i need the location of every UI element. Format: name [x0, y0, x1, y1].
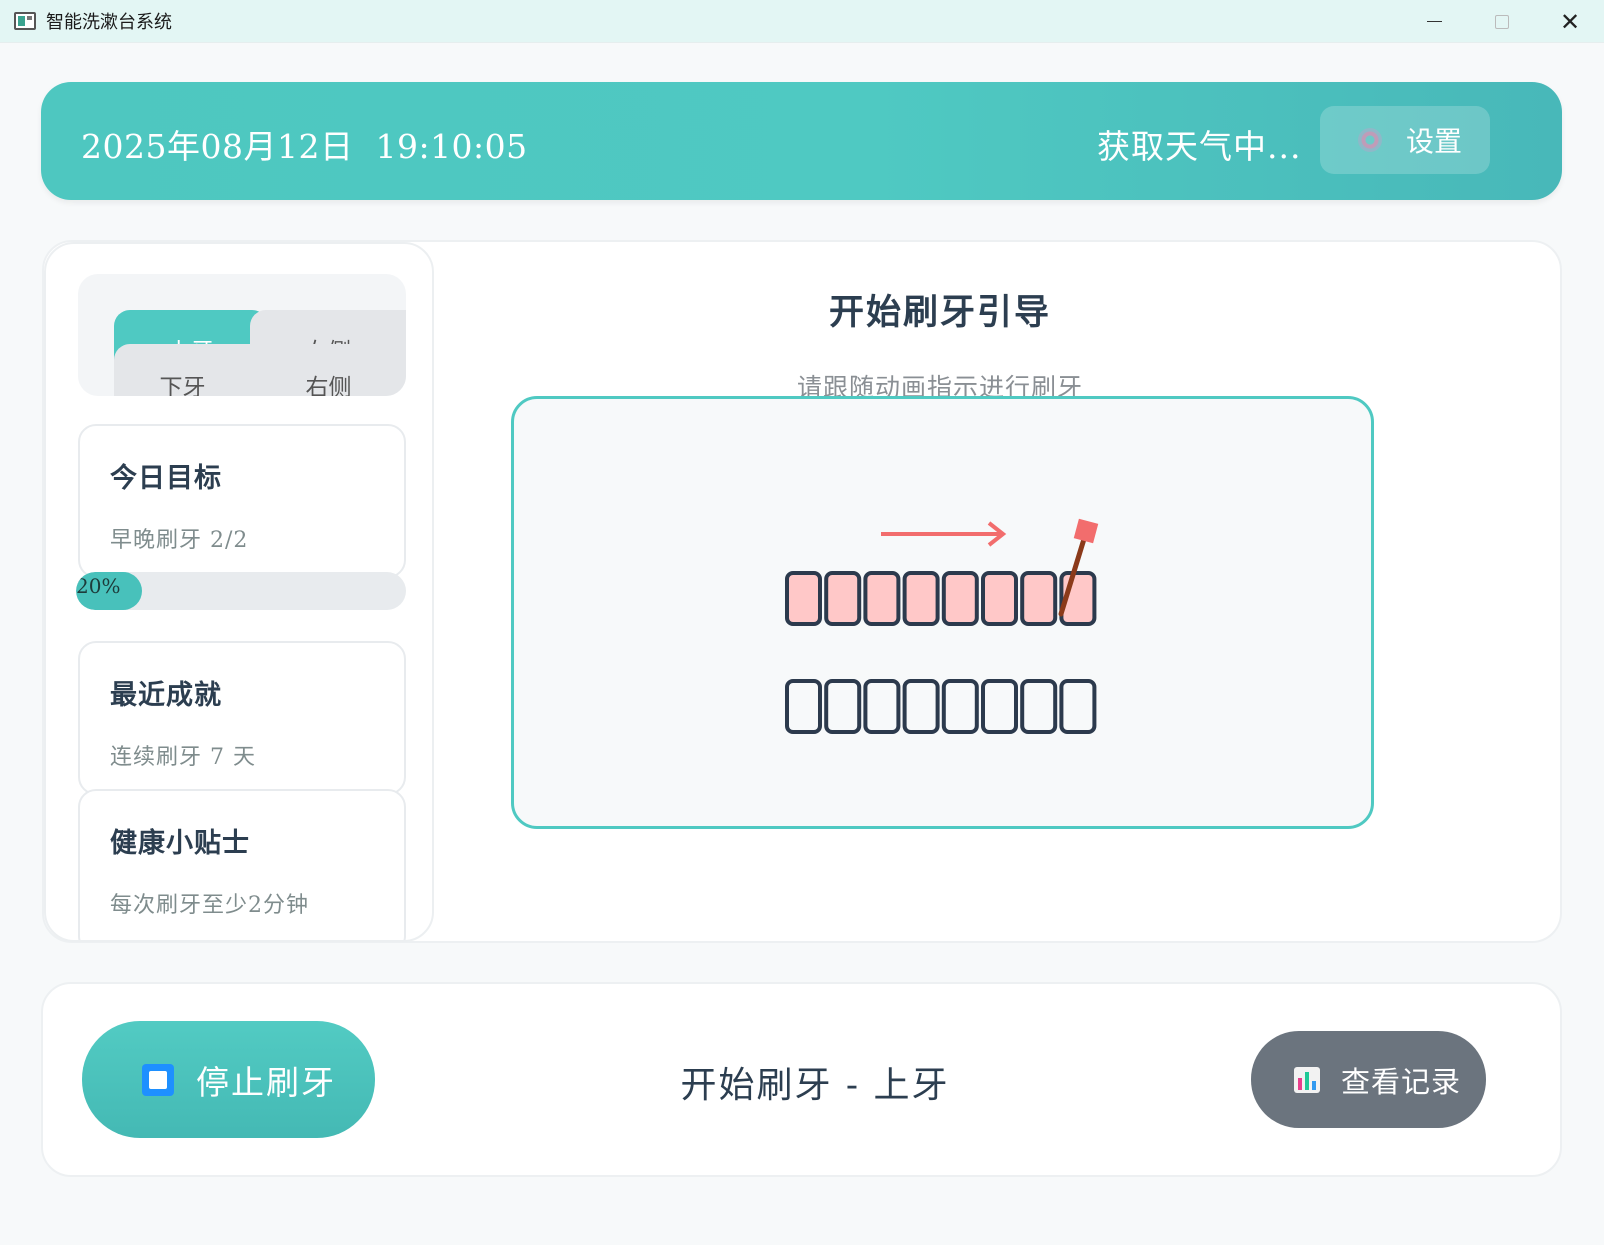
upper-teeth-row	[785, 571, 1097, 626]
upper-tooth	[941, 571, 979, 626]
stop-brushing-button[interactable]: 停止刷牙	[82, 1021, 375, 1138]
brushing-status: 开始刷牙 - 上牙	[680, 1065, 950, 1106]
lower-teeth-row	[785, 679, 1097, 734]
close-button[interactable]: ✕	[1536, 0, 1604, 43]
window-title: 智能洗漱台系统	[46, 12, 172, 33]
date-text: 2025年08月12日	[81, 127, 354, 166]
lower-tooth	[785, 679, 822, 734]
daily-goal-title: 今日目标	[110, 463, 222, 494]
teeth-diagram	[785, 518, 1099, 734]
minimize-icon	[1426, 20, 1442, 23]
guide-title: 开始刷牙引导	[828, 292, 1051, 333]
minimize-button[interactable]	[1400, 0, 1468, 43]
progress-label: 20%	[76, 574, 121, 598]
daily-goal-progress: 20%	[76, 572, 406, 610]
window-titlebar: 智能洗漱台系统 ✕	[0, 0, 1604, 43]
lower-tooth	[981, 679, 1018, 734]
bar-chart-icon	[1294, 1066, 1320, 1093]
daily-goal-text: 早晚刷牙 2/2	[110, 528, 249, 553]
achievement-title: 最近成就	[110, 680, 222, 711]
lower-tooth	[824, 679, 862, 734]
maximize-button[interactable]	[1468, 0, 1536, 43]
daily-goal-card: 今日目标 早晚刷牙 2/2	[78, 424, 406, 578]
upper-tooth	[1020, 571, 1058, 626]
stop-icon	[142, 1063, 174, 1096]
maximize-icon	[1495, 14, 1509, 29]
time-text: 19:10:05	[375, 127, 528, 166]
achievement-card: 最近成就 连续刷牙 7 天	[78, 641, 406, 795]
tooth-region-tabs: 上牙 右侧 下牙 右侧	[78, 274, 406, 396]
lower-tooth	[941, 679, 979, 734]
lower-tooth	[863, 679, 901, 734]
view-history-label: 查看记录	[1341, 1064, 1462, 1099]
stop-brushing-label: 停止刷牙	[196, 1062, 336, 1102]
health-tips-card: 健康小贴士 每次刷牙至少2分钟	[78, 789, 406, 940]
header-bar: 2025年08月12日 19:10:05 获取天气中... 设置	[41, 82, 1562, 200]
health-tips-text: 每次刷牙至少2分钟	[110, 893, 309, 918]
upper-tooth	[824, 571, 862, 626]
upper-tooth	[863, 571, 901, 626]
brushing-animation	[511, 396, 1374, 829]
left-sidebar: 上牙 右侧 下牙 右侧 今日目标 早晚刷牙 2/2 20% 最近成就 连续刷牙 …	[44, 242, 434, 942]
window-controls: ✕	[1400, 0, 1604, 43]
datetime-display: 2025年08月12日 19:10:05	[81, 120, 528, 168]
gear-icon	[1358, 128, 1382, 152]
tab-right-label: 右侧	[305, 375, 352, 396]
settings-button[interactable]: 设置	[1320, 106, 1490, 174]
lower-tooth	[902, 679, 940, 734]
app-icon	[14, 12, 36, 30]
lower-tooth	[1020, 679, 1058, 734]
settings-label: 设置	[1406, 125, 1463, 158]
direction-arrow-icon	[881, 521, 1007, 547]
close-icon: ✕	[1559, 7, 1581, 36]
upper-tooth	[981, 571, 1018, 626]
lower-tooth	[1059, 679, 1097, 734]
tab-right-side[interactable]: 右侧	[251, 344, 406, 396]
upper-tooth	[902, 571, 940, 626]
health-tips-title: 健康小贴士	[110, 828, 250, 859]
tab-lower-teeth[interactable]: 下牙	[114, 344, 251, 396]
upper-tooth	[785, 571, 822, 626]
tab-lower-label: 下牙	[159, 375, 206, 396]
view-history-button[interactable]: 查看记录	[1251, 1031, 1486, 1128]
weather-status: 获取天气中...	[1097, 127, 1302, 166]
achievement-text: 连续刷牙 7 天	[110, 745, 256, 770]
